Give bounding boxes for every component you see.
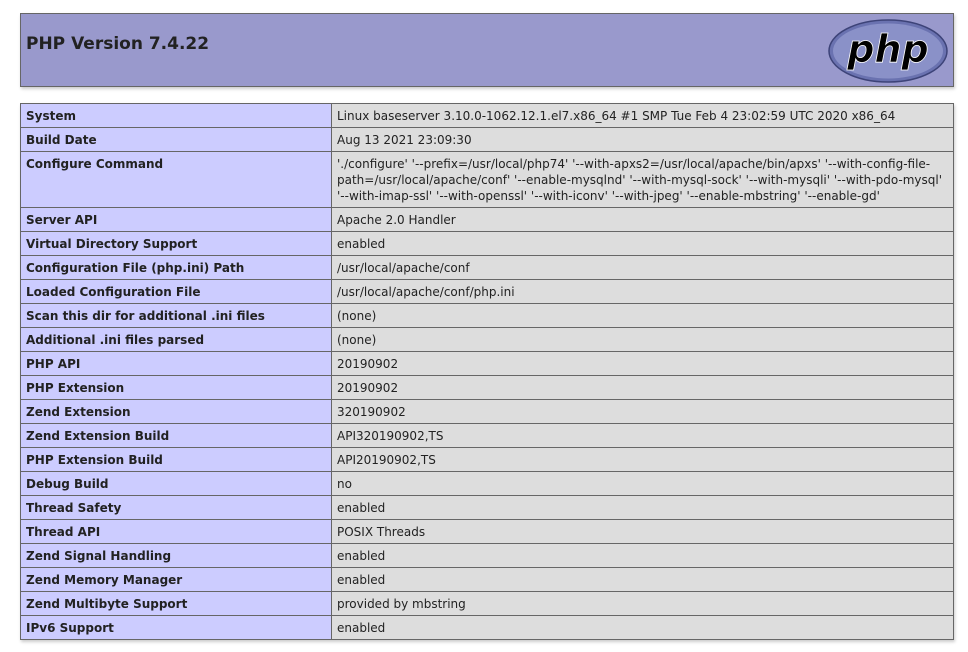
page-title: PHP Version 7.4.22 xyxy=(26,34,210,54)
table-row: Zend Multibyte Support provided by mbstri… xyxy=(20,591,954,616)
table-row: Zend Memory Manager enabled xyxy=(20,567,954,592)
table-row: Build Date Aug 13 2021 23:09:30 xyxy=(20,127,954,152)
php-logo-text: php xyxy=(846,27,928,71)
table-row: Zend Extension 320190902 xyxy=(20,399,954,424)
setting-name: Configuration File (php.ini) Path xyxy=(20,255,332,280)
setting-value: (none) xyxy=(331,303,954,328)
setting-name: Zend Memory Manager xyxy=(20,567,332,592)
table-row: Loaded Configuration File/usr/local/apac… xyxy=(20,279,954,304)
setting-value: Apache 2.0 Handler xyxy=(331,207,954,232)
setting-name: IPv6 Support xyxy=(20,615,332,640)
table-row: Configure Command './configure' '--prefix… xyxy=(20,151,954,208)
php-logo-icon: php xyxy=(828,19,948,83)
setting-name: Server API xyxy=(20,207,332,232)
table-row: Zend Extension Build API320190902,TS xyxy=(20,423,954,448)
setting-name: Zend Extension xyxy=(20,399,332,424)
setting-value: provided by mbstring xyxy=(331,591,954,616)
setting-name: Scan this dir for additional .ini files xyxy=(20,303,332,328)
setting-name: Thread Safety xyxy=(20,495,332,520)
setting-name: System xyxy=(20,103,332,128)
setting-value: enabled xyxy=(331,495,954,520)
table-row: System Linux baseserver 3.10.0-1062.12.1.… xyxy=(20,103,954,128)
setting-value: /usr/local/apache/conf/php.ini xyxy=(331,279,954,304)
setting-name: PHP Extension xyxy=(20,375,332,400)
setting-name: Loaded Configuration File xyxy=(20,279,332,304)
info-table: System Linux baseserver 3.10.0-1062.12.1.… xyxy=(20,103,954,640)
setting-value: /usr/local/apache/conf xyxy=(331,255,954,280)
setting-value: enabled xyxy=(331,231,954,256)
table-row: Configuration File (php.ini) Path/usr/lo… xyxy=(20,255,954,280)
setting-value: 320190902 xyxy=(331,399,954,424)
setting-name: Debug Build xyxy=(20,471,332,496)
setting-value: 20190902 xyxy=(331,375,954,400)
setting-name: Configure Command xyxy=(20,151,332,208)
setting-name: Zend Multibyte Support xyxy=(20,591,332,616)
table-row: Debug Build no xyxy=(20,471,954,496)
table-row: PHP API 20190902 xyxy=(20,351,954,376)
version-header: PHP Version 7.4.22 php xyxy=(20,13,954,87)
setting-name: Build Date xyxy=(20,127,332,152)
setting-name: PHP API xyxy=(20,351,332,376)
setting-name: Additional .ini files parsed xyxy=(20,327,332,352)
setting-value: './configure' '--prefix=/usr/local/php74… xyxy=(331,151,954,208)
table-row: Thread API POSIX Threads xyxy=(20,519,954,544)
setting-name: Virtual Directory Support xyxy=(20,231,332,256)
setting-value: Linux baseserver 3.10.0-1062.12.1.el7.x8… xyxy=(331,103,954,128)
setting-value: enabled xyxy=(331,543,954,568)
setting-name: PHP Extension Build xyxy=(20,447,332,472)
setting-name: Zend Signal Handling xyxy=(20,543,332,568)
table-row: IPv6 Support enabled xyxy=(20,615,954,640)
setting-value: enabled xyxy=(331,615,954,640)
setting-name: Thread API xyxy=(20,519,332,544)
table-row: Virtual Directory Support enabled xyxy=(20,231,954,256)
setting-value: POSIX Threads xyxy=(331,519,954,544)
setting-value: no xyxy=(331,471,954,496)
phpinfo-page: PHP Version 7.4.22 php System Linux bases… xyxy=(0,0,968,652)
table-row: PHP Extension 20190902 xyxy=(20,375,954,400)
setting-value: Aug 13 2021 23:09:30 xyxy=(331,127,954,152)
table-row: Zend Signal Handling enabled xyxy=(20,543,954,568)
setting-value: API20190902,TS xyxy=(331,447,954,472)
setting-value: enabled xyxy=(331,567,954,592)
setting-value: (none) xyxy=(331,327,954,352)
table-row: Server API Apache 2.0 Handler xyxy=(20,207,954,232)
table-row: Scan this dir for additional .ini files(… xyxy=(20,303,954,328)
setting-name: Zend Extension Build xyxy=(20,423,332,448)
table-row: Additional .ini files parsed (none) xyxy=(20,327,954,352)
table-row: PHP Extension Build API20190902,TS xyxy=(20,447,954,472)
setting-value: 20190902 xyxy=(331,351,954,376)
setting-value: API320190902,TS xyxy=(331,423,954,448)
table-row: Thread Safety enabled xyxy=(20,495,954,520)
